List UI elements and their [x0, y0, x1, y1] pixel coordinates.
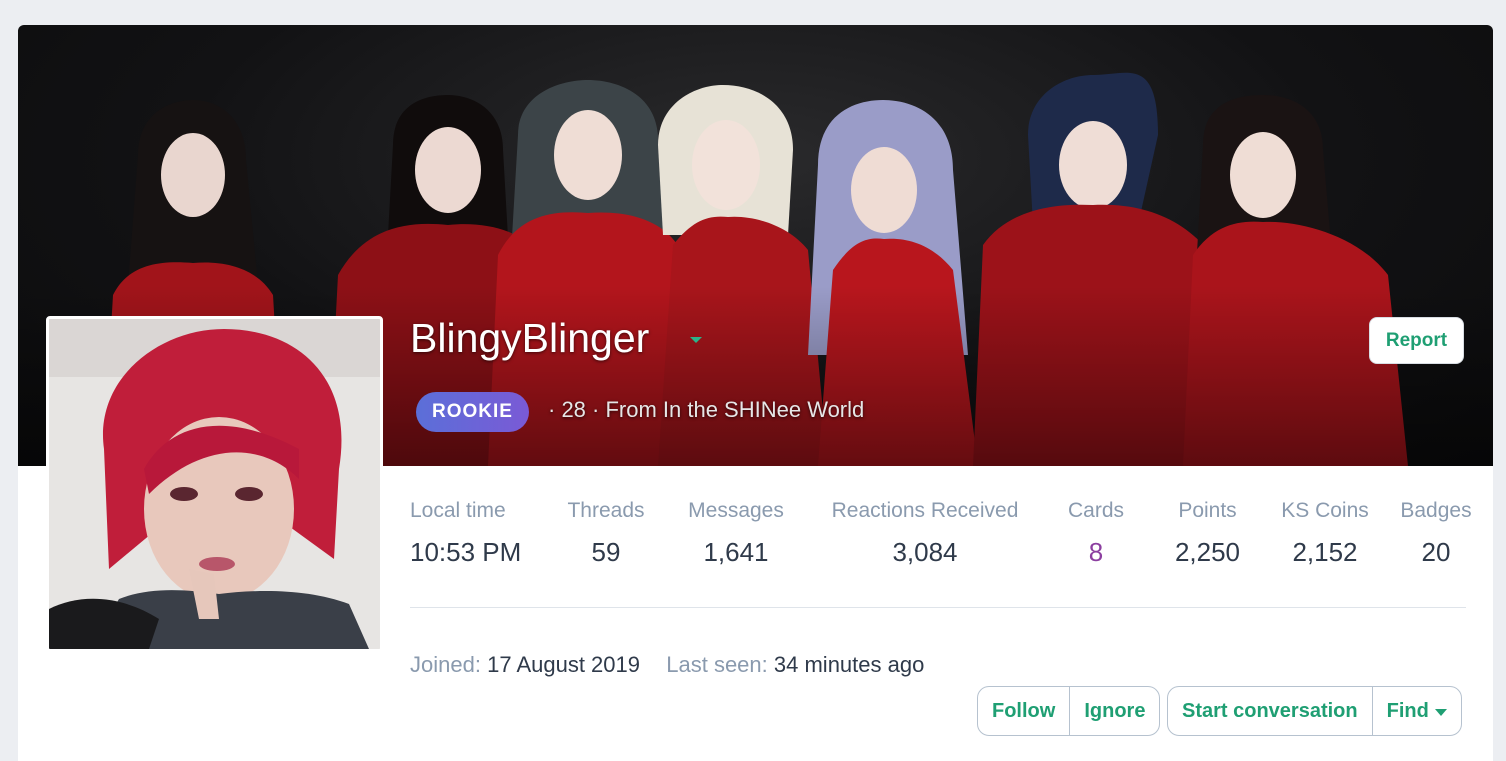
joined-date: 17 August 2019 [487, 652, 640, 677]
stat-label: Messages [688, 499, 784, 522]
stat-value: 1,641 [703, 537, 769, 567]
last-seen-value: 34 minutes ago [773, 652, 925, 677]
stat-label: Local time [410, 499, 506, 522]
rank-badge: ROOKIE [416, 392, 529, 432]
divider [410, 607, 1466, 608]
avatar[interactable] [46, 316, 383, 652]
stat-ks-coins: KS Coins 2,152 [1270, 499, 1380, 568]
stat-value[interactable]: 8 [1056, 537, 1136, 568]
start-conversation-button[interactable]: Start conversation [1168, 687, 1372, 735]
username[interactable]: BlingyBlinger [410, 315, 649, 362]
stat-label: Badges [1400, 499, 1472, 522]
stat-label: Reactions Received [831, 499, 1019, 522]
stat-badges[interactable]: Badges 20 [1396, 499, 1476, 568]
stat-value: 3,084 [892, 537, 958, 567]
stat-threads[interactable]: Threads 59 [556, 499, 656, 568]
stat-messages[interactable]: Messages 1,641 [681, 499, 791, 568]
conversation-find-group: Start conversation Find [1167, 686, 1462, 736]
stat-value: 2,250 [1174, 537, 1241, 567]
report-button[interactable]: Report [1369, 317, 1464, 364]
profile-card: BlingyBlinger ROOKIE · 28 · From In the … [18, 25, 1493, 761]
last-seen-label: Last seen: [666, 652, 768, 677]
stat-value: 20 [1421, 537, 1451, 567]
find-label: Find [1386, 699, 1429, 722]
stat-points[interactable]: Points 2,250 [1160, 499, 1255, 568]
stat-value: 10:53 PM [410, 537, 522, 567]
stats-row: Local time 10:53 PM Threads 59 Messages … [410, 499, 1472, 579]
stat-value: 2,152 [1292, 537, 1358, 567]
stat-label: KS Coins [1281, 499, 1369, 522]
find-button[interactable]: Find [1371, 687, 1461, 735]
chevron-down-icon [1434, 708, 1447, 716]
stat-label: Threads [567, 499, 645, 522]
stat-label: Cards [1067, 499, 1125, 522]
joined-label: Joined: [410, 652, 481, 677]
member-meta: Joined: 17 August 2019 Last seen: 34 min… [410, 652, 924, 678]
avatar-image [49, 319, 380, 649]
username-menu-caret-icon[interactable] [690, 337, 702, 343]
follow-ignore-group: Follow Ignore [977, 686, 1161, 736]
stat-label: Points [1178, 499, 1237, 522]
ignore-button[interactable]: Ignore [1069, 687, 1159, 735]
stat-reactions-received[interactable]: Reactions Received 3,084 [820, 499, 1030, 568]
follow-button[interactable]: Follow [978, 687, 1069, 735]
stat-local-time: Local time 10:53 PM [410, 499, 530, 568]
stat-value: 59 [591, 537, 621, 567]
stat-cards[interactable]: Cards 8 [1056, 499, 1136, 568]
user-blurb: · 28 · From In the SHINee World [548, 397, 865, 422]
